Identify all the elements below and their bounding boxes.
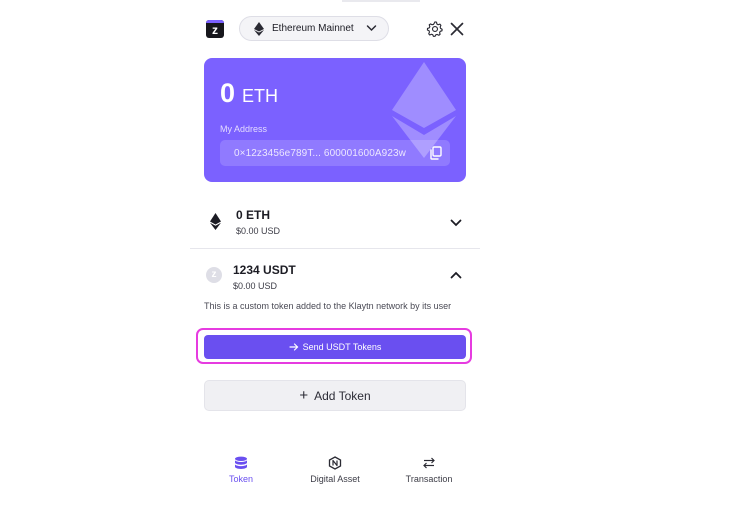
wallet-panel: z Ethereum Mainnet 0 ETH My Address 0×12…	[190, 0, 480, 511]
plus-icon: +	[299, 387, 309, 404]
nav-label: Transaction	[405, 474, 453, 484]
token-usd-value: $0.00 USD	[236, 226, 281, 236]
add-token-button[interactable]: + Add Token	[204, 380, 466, 411]
ethereum-icon	[254, 21, 264, 36]
add-token-label: Add Token	[314, 388, 371, 403]
token-balance: 0 ETH	[236, 208, 271, 222]
address-field: 0×12z3456e789T... 600001600A923w	[220, 140, 450, 166]
gear-icon[interactable]	[426, 20, 444, 38]
wallet-address: 0×12z3456e789T... 600001600A923w	[234, 148, 406, 159]
coins-stack-icon	[235, 456, 247, 469]
copy-icon[interactable]	[429, 146, 442, 160]
balance-unit: ETH	[242, 86, 279, 106]
nav-token[interactable]: Token	[201, 456, 281, 484]
token-usd-value: $0.00 USD	[233, 281, 278, 291]
ethereum-icon	[210, 213, 221, 230]
nft-hexagon-icon	[328, 456, 342, 470]
network-label: Ethereum Mainnet	[272, 23, 354, 34]
balance-card: 0 ETH My Address 0×12z3456e789T... 60000…	[204, 58, 466, 182]
address-label: My Address	[220, 124, 268, 134]
balance-amount: 0	[220, 78, 236, 108]
custom-token-icon: z	[206, 267, 222, 283]
arrow-right-icon	[289, 343, 298, 351]
network-selector[interactable]: Ethereum Mainnet	[239, 16, 389, 41]
app-logo: z	[206, 20, 224, 38]
chevron-down-icon[interactable]	[450, 219, 462, 227]
chevron-down-icon	[366, 25, 377, 32]
send-usdt-button[interactable]: Send USDT Tokens	[204, 335, 466, 359]
balance-display: 0 ETH	[220, 78, 278, 109]
swap-arrows-icon	[423, 457, 435, 469]
nav-transaction[interactable]: Transaction	[389, 456, 469, 484]
nav-label: Token	[228, 474, 254, 484]
send-button-label: Send USDT Tokens	[302, 342, 382, 352]
token-description: This is a custom token added to the Klay…	[204, 301, 452, 311]
nav-label: Digital Asset	[310, 474, 360, 484]
token-row-eth[interactable]: 0 ETH $0.00 USD	[190, 196, 480, 249]
token-balance: 1234 USDT	[233, 263, 296, 277]
close-icon[interactable]	[449, 21, 465, 37]
nav-digital-asset[interactable]: Digital Asset	[295, 456, 375, 484]
chevron-up-icon[interactable]	[450, 271, 462, 279]
